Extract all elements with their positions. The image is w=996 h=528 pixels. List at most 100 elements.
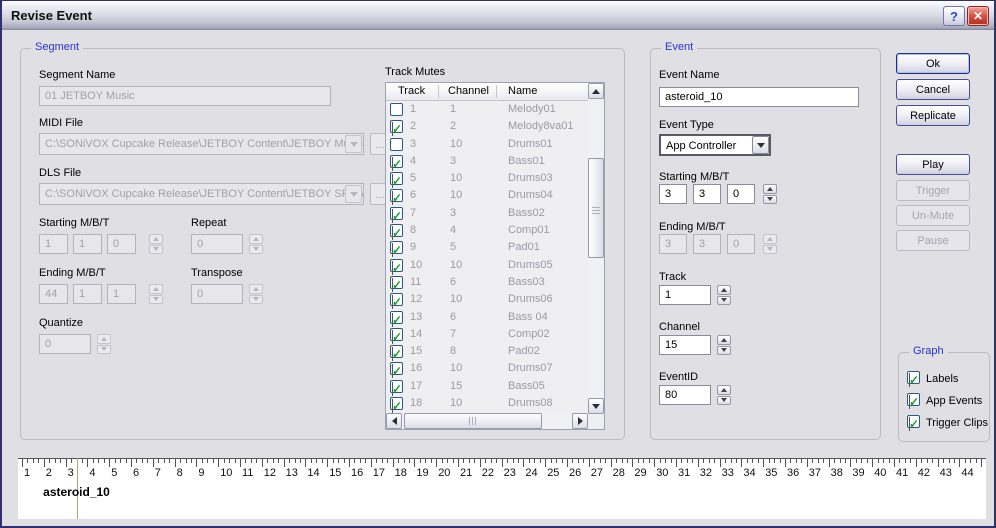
mute-checkbox[interactable]: [390, 103, 403, 116]
event-id-spinner[interactable]: [717, 385, 731, 405]
mute-checkbox[interactable]: ✓: [390, 189, 403, 202]
ruler-tick: [289, 459, 290, 463]
spinner-down-icon: [721, 398, 727, 402]
event-starting-spinner[interactable]: [763, 184, 777, 204]
event-type-dropdown-button[interactable]: [752, 136, 769, 154]
ruler-tick: [741, 459, 742, 467]
mute-checkbox[interactable]: ✓: [390, 224, 403, 237]
ruler-tick: [818, 459, 819, 463]
vertical-scrollbar[interactable]: [588, 83, 604, 414]
ruler-tick: [643, 459, 644, 463]
ruler-tick: [463, 459, 464, 463]
replicate-button[interactable]: Replicate: [896, 105, 970, 126]
ruler-measure-number: 37: [809, 467, 821, 479]
event-starting-tick[interactable]: 0: [727, 184, 755, 204]
timeline-graph[interactable]: 1234567891011121314151617181920212223242…: [18, 458, 986, 519]
help-button[interactable]: ?: [943, 6, 965, 26]
spinner-down-button[interactable]: [717, 346, 731, 356]
mute-checkbox[interactable]: ✓: [390, 241, 403, 254]
mute-checkbox[interactable]: ✓: [390, 293, 403, 306]
spinner-down-button[interactable]: [717, 296, 731, 306]
ruler-tick: [889, 459, 890, 463]
spinner-down-button: [97, 345, 111, 355]
ruler-tick: [120, 459, 121, 463]
ruler-tick: [921, 459, 922, 463]
cancel-button[interactable]: Cancel: [896, 79, 970, 100]
spinner-down-button[interactable]: [763, 195, 777, 205]
spinner-down-icon: [767, 247, 773, 251]
spinner-down-button[interactable]: [717, 396, 731, 406]
segment-starting-beat: 1: [73, 234, 102, 254]
event-channel-field[interactable]: 15: [659, 335, 711, 355]
mute-checkbox[interactable]: ✓: [390, 397, 403, 410]
mute-checkbox[interactable]: ✓: [390, 345, 403, 358]
ruler-tick: [115, 459, 116, 463]
track-mute-row: ✓84Comp01: [386, 222, 588, 239]
graph-checkbox[interactable]: ✓: [907, 371, 920, 384]
spinner-up-icon: [253, 237, 259, 241]
spinner-down-icon: [253, 247, 259, 251]
event-track-field[interactable]: 1: [659, 285, 711, 305]
event-name-field[interactable]: asteroid_10: [659, 87, 859, 107]
mute-checkbox[interactable]: ✓: [390, 362, 403, 375]
ruler-measure-number: 39: [852, 467, 864, 479]
ruler-tick: [376, 459, 377, 463]
graph-checkbox[interactable]: ✓: [907, 393, 920, 406]
ruler-tick: [938, 459, 939, 467]
timeline-event-label[interactable]: asteroid_10: [43, 485, 110, 499]
event-channel-spinner[interactable]: [717, 335, 731, 355]
window-title: Revise Event: [11, 8, 92, 23]
name-cell: Melody8va01: [508, 120, 573, 132]
mute-checkbox[interactable]: ✓: [390, 207, 403, 220]
graph-checkbox[interactable]: ✓: [907, 415, 920, 428]
mute-checkbox[interactable]: ✓: [390, 259, 403, 272]
ruler-tick: [447, 459, 448, 463]
spinner-up-button[interactable]: [717, 335, 731, 345]
horizontal-scroll-thumb[interactable]: [404, 413, 542, 429]
mute-checkbox[interactable]: ✓: [390, 155, 403, 168]
check-icon: ✓: [392, 295, 393, 309]
spinner-up-button[interactable]: [763, 184, 777, 194]
scroll-up-button[interactable]: [588, 83, 604, 99]
spinner-down-button: [149, 245, 163, 255]
track-cell: 14: [410, 328, 422, 340]
event-id-field[interactable]: 80: [659, 385, 711, 405]
scroll-right-button[interactable]: [572, 413, 588, 429]
horizontal-scrollbar[interactable]: [386, 413, 588, 429]
spinner-up-button[interactable]: [717, 285, 731, 295]
segment-ending-measure: 44: [39, 284, 68, 304]
vertical-scroll-thumb[interactable]: [588, 158, 604, 258]
event-type-combo[interactable]: App Controller: [659, 134, 771, 156]
column-header-track[interactable]: Track: [398, 85, 425, 97]
segment-ending-mbt-label: Ending M/B/T: [39, 267, 106, 279]
mute-checkbox[interactable]: ✓: [390, 172, 403, 185]
mute-checkbox[interactable]: ✓: [390, 276, 403, 289]
close-button[interactable]: ✕: [967, 6, 989, 26]
spinner-up-button[interactable]: [717, 385, 731, 395]
ruler-measure-number: 18: [395, 467, 407, 479]
name-cell: Bass 04: [508, 311, 548, 323]
event-starting-measure[interactable]: 3: [659, 184, 687, 204]
event-track-spinner[interactable]: [717, 285, 731, 305]
ruler-tick: [981, 459, 982, 467]
segment-starting-tick: 0: [107, 234, 136, 254]
column-header-channel[interactable]: Channel: [448, 85, 489, 97]
mute-checkbox[interactable]: ✓: [390, 380, 403, 393]
mute-checkbox[interactable]: [390, 138, 403, 151]
event-starting-beat[interactable]: 3: [693, 184, 721, 204]
scroll-left-button[interactable]: [386, 413, 402, 429]
ruler-measure-number: 14: [307, 467, 319, 479]
ruler-tick: [583, 459, 584, 463]
graph-option: ✓Trigger Clips: [907, 413, 989, 435]
mute-checkbox[interactable]: ✓: [390, 311, 403, 324]
scroll-down-button[interactable]: [588, 398, 604, 414]
mute-checkbox[interactable]: ✓: [390, 120, 403, 133]
ruler-measure-number: 19: [416, 467, 428, 479]
title-bar[interactable]: Revise Event ? ✕: [2, 1, 994, 30]
mute-checkbox[interactable]: ✓: [390, 328, 403, 341]
column-header-name[interactable]: Name: [508, 85, 537, 97]
play-button[interactable]: Play: [896, 154, 970, 175]
ruler-tick: [856, 459, 857, 463]
ok-button[interactable]: Ok: [896, 53, 970, 74]
spinner-up-icon: [153, 287, 159, 291]
